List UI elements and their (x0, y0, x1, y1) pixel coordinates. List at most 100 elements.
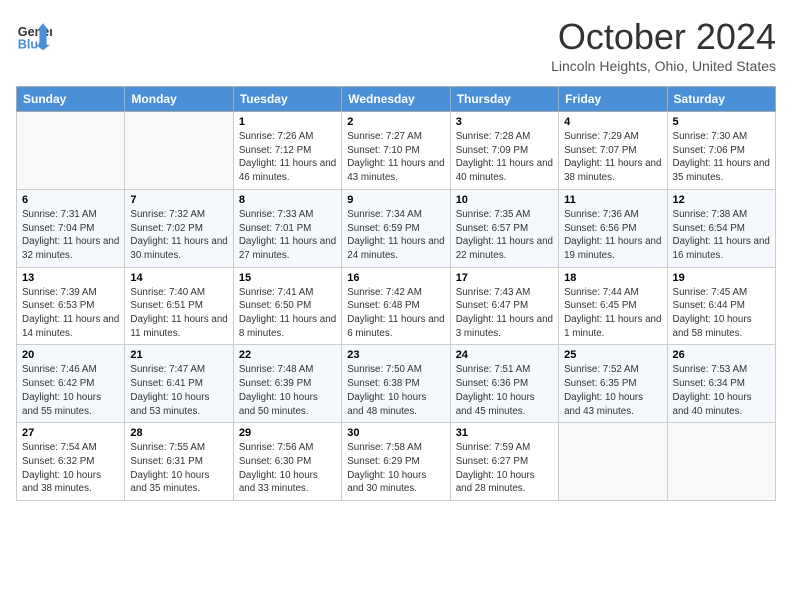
calendar-cell: 19 Sunrise: 7:45 AM Sunset: 6:44 PM Dayli… (667, 267, 775, 345)
calendar-table: SundayMondayTuesdayWednesdayThursdayFrid… (16, 86, 776, 501)
day-number: 16 (347, 272, 444, 284)
calendar-cell: 27Sunrise: 7:54 AM Sunset: 6:32 PM Dayli… (17, 423, 125, 501)
day-info: Sunrise: 7:41 AM Sunset: 6:50 PM Dayligh… (239, 286, 336, 341)
day-number: 8 (239, 194, 336, 206)
calendar-cell: 23Sunrise: 7:50 AM Sunset: 6:38 PM Dayli… (342, 345, 450, 423)
day-info: Sunrise: 7:47 AM Sunset: 6:41 PM Dayligh… (130, 363, 227, 418)
day-info: Sunrise: 7:44 AM Sunset: 6:45 PM Dayligh… (564, 286, 661, 341)
calendar-cell: 22 Sunrise: 7:48 AM Sunset: 6:39 PM Dayli… (233, 345, 341, 423)
day-number: 3 (456, 116, 553, 128)
day-number: 2 (347, 116, 444, 128)
calendar-cell: 24 Sunrise: 7:51 AM Sunset: 6:36 PM Dayli… (450, 345, 558, 423)
calendar-cell: 7Sunrise: 7:32 AM Sunset: 7:02 PM Daylig… (125, 189, 233, 267)
day-info: Sunrise: 7:26 AM Sunset: 7:12 PM Dayligh… (239, 130, 336, 185)
calendar-week-4: 20 Sunrise: 7:46 AM Sunset: 6:42 PM Dayli… (17, 345, 776, 423)
calendar-cell (667, 423, 775, 501)
calendar-cell: 1 Sunrise: 7:26 AM Sunset: 7:12 PM Daylig… (233, 112, 341, 190)
day-number: 31 (456, 427, 553, 439)
weekday-header-row: SundayMondayTuesdayWednesdayThursdayFrid… (17, 87, 776, 112)
day-number: 30 (347, 427, 444, 439)
calendar-cell: 12Sunrise: 7:38 AM Sunset: 6:54 PM Dayli… (667, 189, 775, 267)
logo-icon: General Blue (16, 16, 52, 52)
day-info: Sunrise: 7:55 AM Sunset: 6:31 PM Dayligh… (130, 441, 227, 496)
day-number: 14 (130, 272, 227, 284)
day-number: 18 (564, 272, 661, 284)
day-info: Sunrise: 7:30 AM Sunset: 7:06 PM Dayligh… (673, 130, 770, 185)
day-info: Sunrise: 7:38 AM Sunset: 6:54 PM Dayligh… (673, 208, 770, 263)
day-info: Sunrise: 7:52 AM Sunset: 6:35 PM Dayligh… (564, 363, 661, 418)
calendar-cell: 28 Sunrise: 7:55 AM Sunset: 6:31 PM Dayli… (125, 423, 233, 501)
day-number: 1 (239, 116, 336, 128)
day-info: Sunrise: 7:59 AM Sunset: 6:27 PM Dayligh… (456, 441, 553, 496)
day-info: Sunrise: 7:35 AM Sunset: 6:57 PM Dayligh… (456, 208, 553, 263)
day-number: 9 (347, 194, 444, 206)
weekday-header-saturday: Saturday (667, 87, 775, 112)
weekday-header-wednesday: Wednesday (342, 87, 450, 112)
calendar-cell: 25 Sunrise: 7:52 AM Sunset: 6:35 PM Dayli… (559, 345, 667, 423)
calendar-cell: 2 Sunrise: 7:27 AM Sunset: 7:10 PM Daylig… (342, 112, 450, 190)
day-number: 27 (22, 427, 119, 439)
calendar-cell: 14Sunrise: 7:40 AM Sunset: 6:51 PM Dayli… (125, 267, 233, 345)
location: Lincoln Heights, Ohio, United States (551, 58, 776, 74)
day-number: 20 (22, 349, 119, 361)
calendar-week-2: 6 Sunrise: 7:31 AM Sunset: 7:04 PM Daylig… (17, 189, 776, 267)
weekday-header-monday: Monday (125, 87, 233, 112)
day-info: Sunrise: 7:53 AM Sunset: 6:34 PM Dayligh… (673, 363, 770, 418)
day-number: 29 (239, 427, 336, 439)
day-info: Sunrise: 7:32 AM Sunset: 7:02 PM Dayligh… (130, 208, 227, 263)
calendar-cell: 8Sunrise: 7:33 AM Sunset: 7:01 PM Daylig… (233, 189, 341, 267)
calendar-week-5: 27Sunrise: 7:54 AM Sunset: 6:32 PM Dayli… (17, 423, 776, 501)
day-number: 11 (564, 194, 661, 206)
day-info: Sunrise: 7:39 AM Sunset: 6:53 PM Dayligh… (22, 286, 119, 341)
day-info: Sunrise: 7:29 AM Sunset: 7:07 PM Dayligh… (564, 130, 661, 185)
day-number: 13 (22, 272, 119, 284)
weekday-header-tuesday: Tuesday (233, 87, 341, 112)
calendar-cell: 6 Sunrise: 7:31 AM Sunset: 7:04 PM Daylig… (17, 189, 125, 267)
calendar-cell (125, 112, 233, 190)
day-info: Sunrise: 7:50 AM Sunset: 6:38 PM Dayligh… (347, 363, 444, 418)
day-info: Sunrise: 7:45 AM Sunset: 6:44 PM Dayligh… (673, 286, 770, 341)
weekday-header-sunday: Sunday (17, 87, 125, 112)
day-info: Sunrise: 7:31 AM Sunset: 7:04 PM Dayligh… (22, 208, 119, 263)
calendar-cell: 11 Sunrise: 7:36 AM Sunset: 6:56 PM Dayli… (559, 189, 667, 267)
month-title: October 2024 (551, 16, 776, 58)
day-info: Sunrise: 7:36 AM Sunset: 6:56 PM Dayligh… (564, 208, 661, 263)
day-info: Sunrise: 7:42 AM Sunset: 6:48 PM Dayligh… (347, 286, 444, 341)
calendar-cell: 10 Sunrise: 7:35 AM Sunset: 6:57 PM Dayli… (450, 189, 558, 267)
day-info: Sunrise: 7:46 AM Sunset: 6:42 PM Dayligh… (22, 363, 119, 418)
day-number: 25 (564, 349, 661, 361)
calendar-cell: 26Sunrise: 7:53 AM Sunset: 6:34 PM Dayli… (667, 345, 775, 423)
calendar-cell: 15 Sunrise: 7:41 AM Sunset: 6:50 PM Dayli… (233, 267, 341, 345)
day-number: 19 (673, 272, 770, 284)
day-info: Sunrise: 7:56 AM Sunset: 6:30 PM Dayligh… (239, 441, 336, 496)
day-info: Sunrise: 7:51 AM Sunset: 6:36 PM Dayligh… (456, 363, 553, 418)
day-info: Sunrise: 7:43 AM Sunset: 6:47 PM Dayligh… (456, 286, 553, 341)
day-number: 17 (456, 272, 553, 284)
calendar-cell: 31 Sunrise: 7:59 AM Sunset: 6:27 PM Dayli… (450, 423, 558, 501)
day-info: Sunrise: 7:28 AM Sunset: 7:09 PM Dayligh… (456, 130, 553, 185)
calendar-cell: 16 Sunrise: 7:42 AM Sunset: 6:48 PM Dayli… (342, 267, 450, 345)
calendar-cell: 9 Sunrise: 7:34 AM Sunset: 6:59 PM Daylig… (342, 189, 450, 267)
calendar-cell (559, 423, 667, 501)
day-number: 15 (239, 272, 336, 284)
day-info: Sunrise: 7:58 AM Sunset: 6:29 PM Dayligh… (347, 441, 444, 496)
day-info: Sunrise: 7:34 AM Sunset: 6:59 PM Dayligh… (347, 208, 444, 263)
calendar-cell: 29 Sunrise: 7:56 AM Sunset: 6:30 PM Dayli… (233, 423, 341, 501)
day-info: Sunrise: 7:27 AM Sunset: 7:10 PM Dayligh… (347, 130, 444, 185)
calendar-cell: 4 Sunrise: 7:29 AM Sunset: 7:07 PM Daylig… (559, 112, 667, 190)
calendar-week-1: 1 Sunrise: 7:26 AM Sunset: 7:12 PM Daylig… (17, 112, 776, 190)
day-number: 10 (456, 194, 553, 206)
weekday-header-friday: Friday (559, 87, 667, 112)
title-block: October 2024 Lincoln Heights, Ohio, Unit… (551, 16, 776, 74)
calendar-cell: 21Sunrise: 7:47 AM Sunset: 6:41 PM Dayli… (125, 345, 233, 423)
calendar-cell: 30 Sunrise: 7:58 AM Sunset: 6:29 PM Dayli… (342, 423, 450, 501)
calendar-cell (17, 112, 125, 190)
day-number: 6 (22, 194, 119, 206)
calendar-week-3: 13 Sunrise: 7:39 AM Sunset: 6:53 PM Dayli… (17, 267, 776, 345)
day-number: 24 (456, 349, 553, 361)
weekday-header-thursday: Thursday (450, 87, 558, 112)
day-number: 28 (130, 427, 227, 439)
day-info: Sunrise: 7:48 AM Sunset: 6:39 PM Dayligh… (239, 363, 336, 418)
day-number: 22 (239, 349, 336, 361)
day-number: 4 (564, 116, 661, 128)
